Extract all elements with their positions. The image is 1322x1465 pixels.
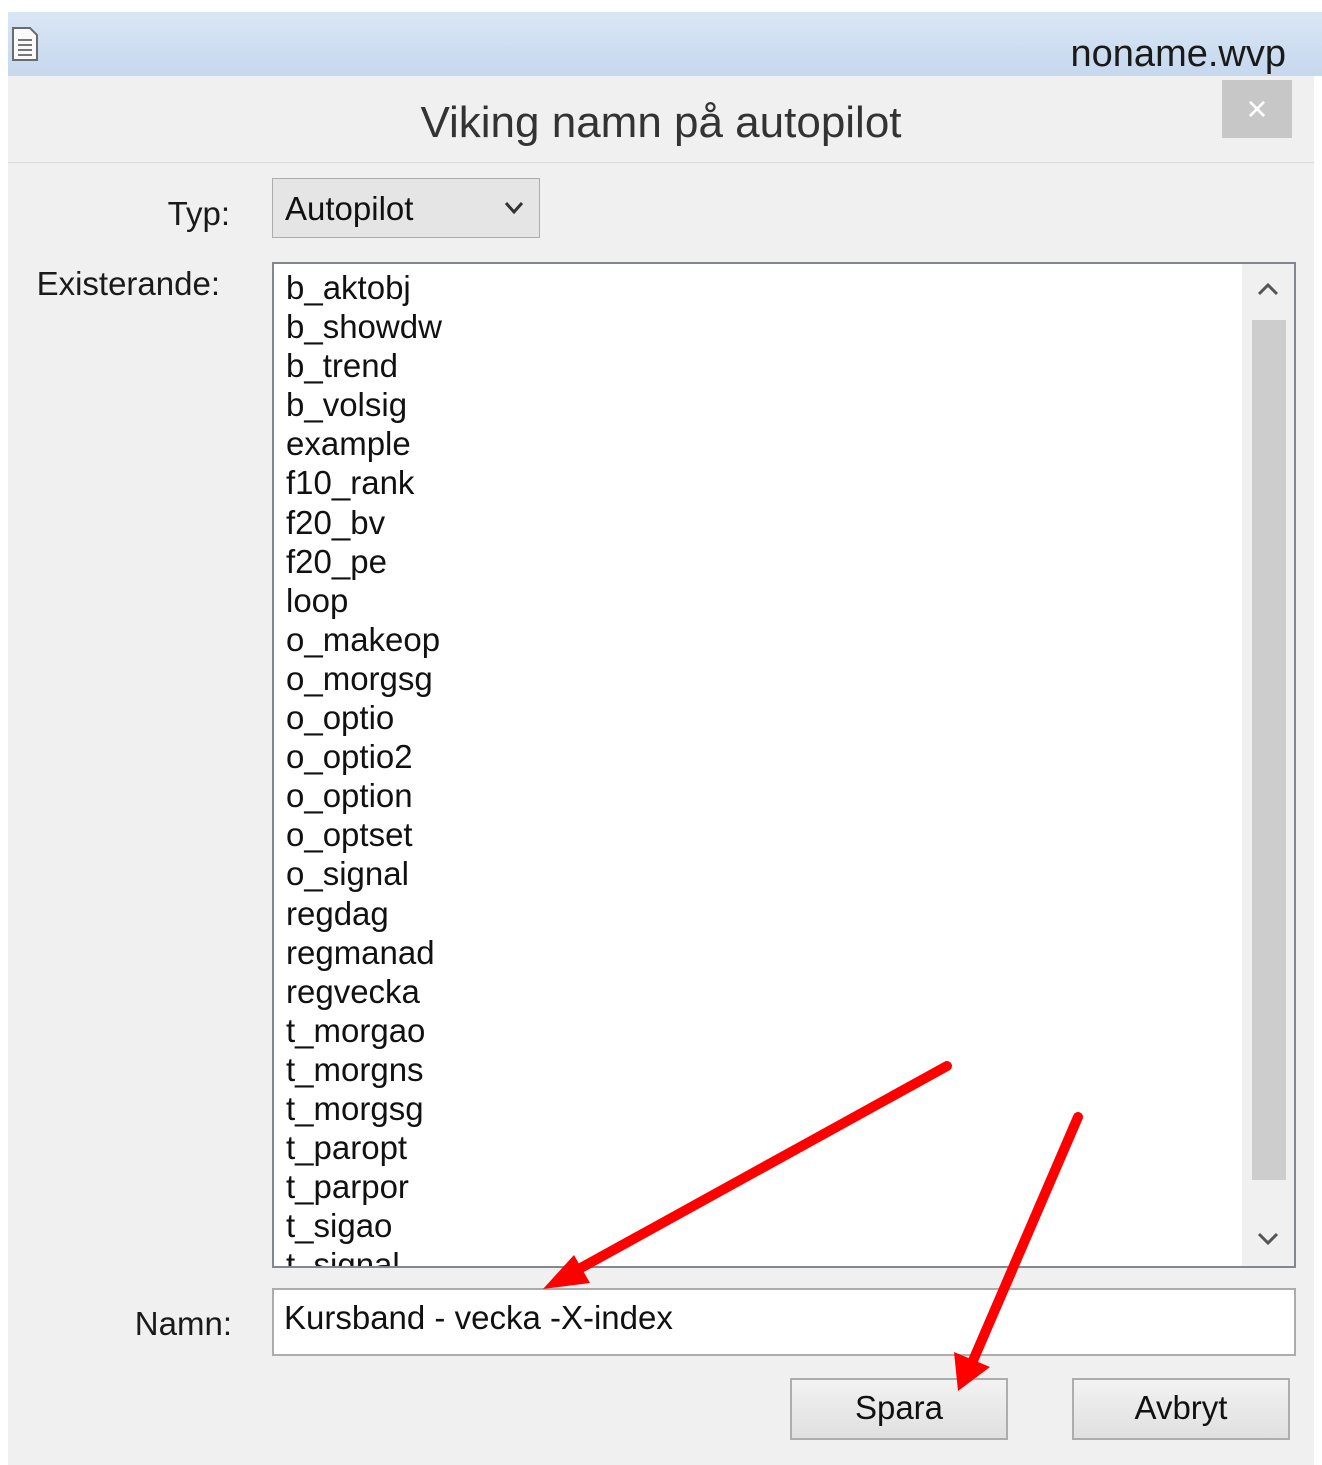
- save-button[interactable]: Spara: [790, 1378, 1008, 1440]
- list-item[interactable]: example: [286, 424, 1226, 463]
- chevron-down-icon: [504, 202, 524, 215]
- existerande-listbox[interactable]: b_aktobj b_showdw b_trend b_volsig example f1…: [272, 262, 1296, 1268]
- chevron-down-icon[interactable]: [1242, 1214, 1294, 1266]
- parent-title-bar: noname.wvp: [8, 12, 1322, 76]
- list-item[interactable]: t_parpor: [286, 1167, 1226, 1206]
- list-item[interactable]: t_morgns: [286, 1050, 1226, 1089]
- parent-window-title: noname.wvp: [1070, 33, 1286, 75]
- existerande-label: Existerande:: [36, 265, 220, 302]
- list-item[interactable]: b_volsig: [286, 385, 1226, 424]
- typ-label: Typ:: [167, 195, 230, 232]
- save-autopilot-dialog: Viking namn på autopilot × Typ: Autopilo…: [8, 76, 1314, 1465]
- list-item[interactable]: f20_bv: [286, 503, 1226, 542]
- list-item[interactable]: o_makeop: [286, 620, 1226, 659]
- list-item[interactable]: f10_rank: [286, 463, 1226, 502]
- list-item[interactable]: o_optio2: [286, 737, 1226, 776]
- list-item[interactable]: t_morgao: [286, 1011, 1226, 1050]
- namn-input[interactable]: Kursband - vecka -X-index: [272, 1288, 1296, 1356]
- existerande-items: b_aktobj b_showdw b_trend b_volsig example f1…: [286, 268, 1226, 1266]
- typ-dropdown-value: Autopilot: [285, 190, 414, 227]
- list-item[interactable]: regvecka: [286, 972, 1226, 1011]
- list-item[interactable]: b_showdw: [286, 307, 1226, 346]
- list-item[interactable]: o_option: [286, 776, 1226, 815]
- list-item[interactable]: o_optset: [286, 815, 1226, 854]
- list-item[interactable]: o_optio: [286, 698, 1226, 737]
- scroll-thumb[interactable]: [1252, 320, 1286, 1180]
- list-item[interactable]: t_morgsg: [286, 1089, 1226, 1128]
- list-item[interactable]: b_trend: [286, 346, 1226, 385]
- namn-label: Namn:: [134, 1305, 232, 1342]
- list-item[interactable]: f20_pe: [286, 542, 1226, 581]
- chevron-up-icon[interactable]: [1242, 264, 1294, 316]
- list-item[interactable]: regmanad: [286, 933, 1226, 972]
- document-icon: [12, 27, 38, 61]
- list-item[interactable]: b_aktobj: [286, 268, 1226, 307]
- dialog-title-bar: Viking namn på autopilot ×: [8, 76, 1314, 163]
- list-item[interactable]: o_morgsg: [286, 659, 1226, 698]
- list-item[interactable]: regdag: [286, 894, 1226, 933]
- list-item[interactable]: t_sigao: [286, 1206, 1226, 1245]
- list-item[interactable]: t_paropt: [286, 1128, 1226, 1167]
- close-button[interactable]: ×: [1222, 80, 1292, 138]
- scrollbar[interactable]: [1242, 264, 1294, 1266]
- typ-dropdown[interactable]: Autopilot: [272, 178, 540, 238]
- cancel-button[interactable]: Avbryt: [1072, 1378, 1290, 1440]
- list-item[interactable]: t_signal: [286, 1245, 1226, 1266]
- list-item[interactable]: loop: [286, 581, 1226, 620]
- dialog-title: Viking namn på autopilot: [420, 98, 902, 147]
- close-icon: ×: [1246, 88, 1268, 129]
- list-item[interactable]: o_signal: [286, 854, 1226, 893]
